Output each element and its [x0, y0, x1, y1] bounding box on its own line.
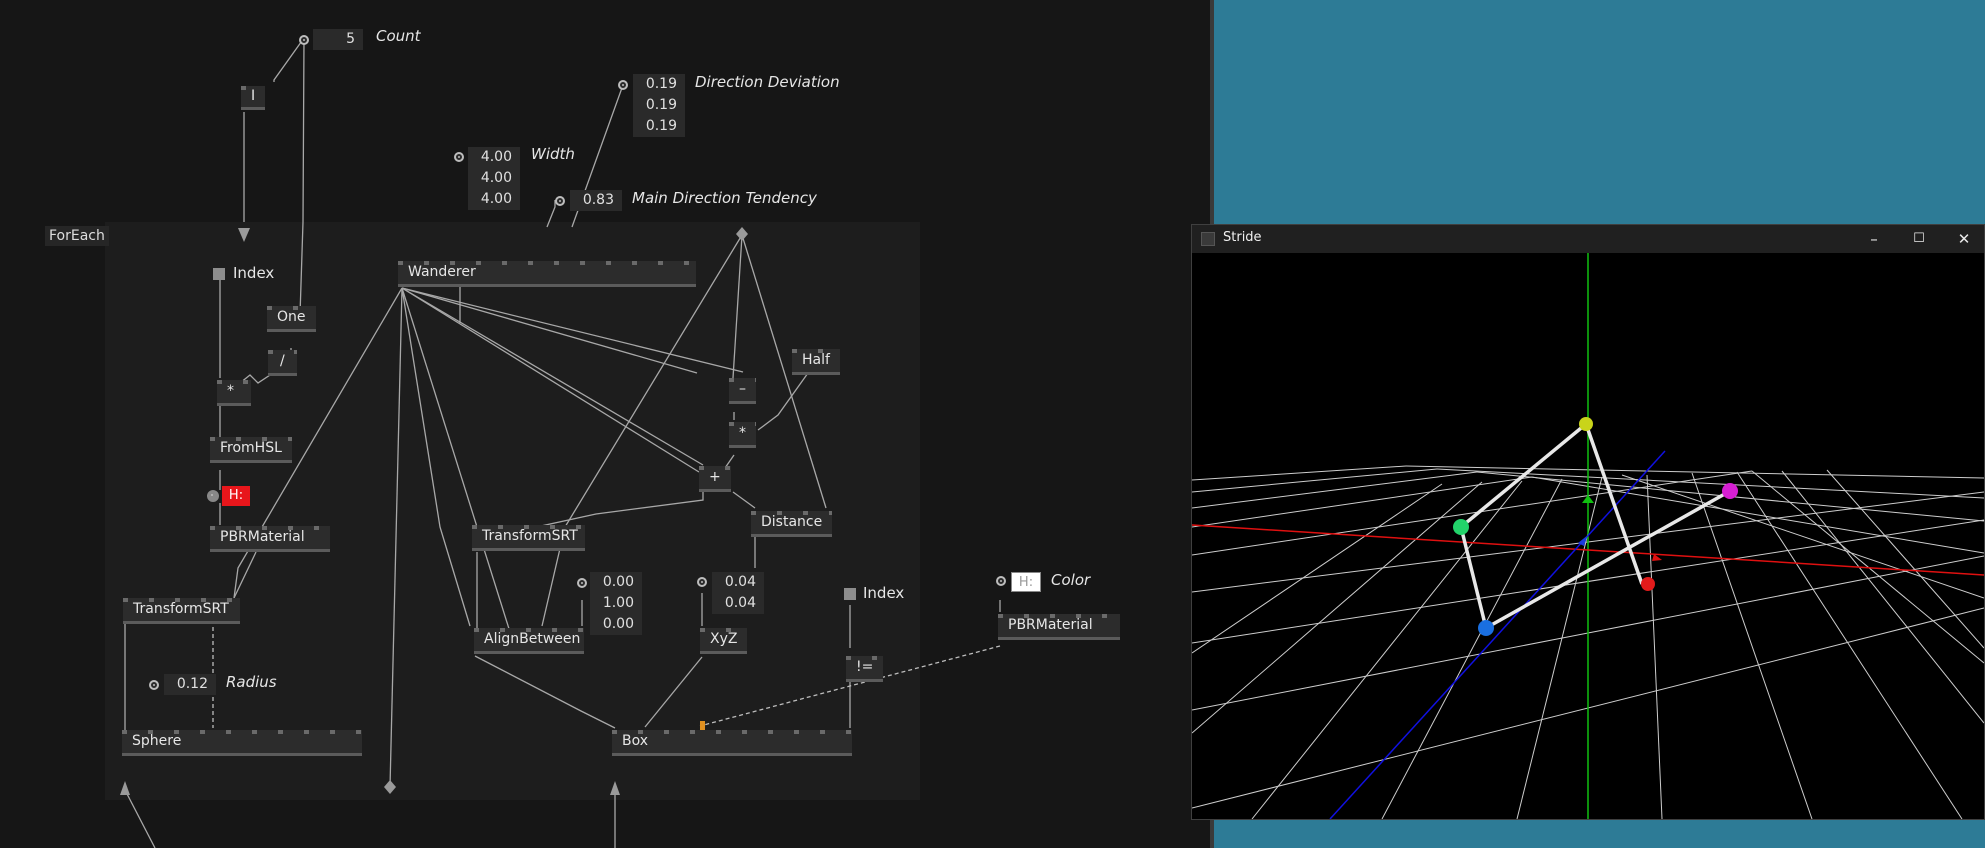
index-label-left: Index [233, 264, 275, 282]
direction-deviation-pin[interactable] [618, 80, 628, 90]
node-half[interactable]: Half [792, 349, 840, 375]
node-distance[interactable]: Distance [751, 511, 833, 537]
node-i[interactable]: I [241, 86, 266, 110]
align-vector-pin[interactable] [577, 578, 587, 588]
align-vector-z: 0.00 [602, 616, 634, 632]
direction-deviation-z: 0.19 [645, 118, 677, 134]
xyz-input-y: 0.04 [724, 595, 756, 611]
width-x: 4.00 [480, 149, 512, 165]
index-pin-left[interactable] [213, 268, 225, 280]
align-vector-y: 1.00 [602, 595, 634, 611]
width-label: Width [531, 145, 575, 163]
color-label: Color [1051, 571, 1091, 589]
node-wanderer[interactable]: Wanderer [398, 261, 696, 287]
minimize-button[interactable]: – [1852, 225, 1896, 253]
point-magenta [1722, 483, 1738, 499]
maximize-button[interactable]: ☐ [1897, 225, 1941, 253]
width-z: 4.00 [480, 191, 512, 207]
index-pin-right[interactable] [844, 588, 856, 600]
main-direction-tendency-label: Main Direction Tendency [632, 189, 817, 207]
node-pbr-material[interactable]: PBRMaterial [210, 526, 330, 552]
direction-deviation-label: Direction Deviation [695, 73, 840, 91]
node-sphere[interactable]: Sphere [122, 730, 362, 756]
direction-deviation-input[interactable]: 0.19 0.19 0.19 [633, 74, 685, 137]
radius-label: Radius [226, 673, 277, 691]
node-multiply[interactable]: * [217, 380, 251, 406]
point-blue [1478, 620, 1494, 636]
xyz-input-x: 0.04 [724, 574, 756, 590]
hsl-color-swatch[interactable]: H: [222, 486, 250, 506]
node-not-equal[interactable]: != [846, 656, 884, 682]
point-red [1641, 577, 1655, 591]
align-vector-x: 0.00 [602, 574, 634, 590]
width-input[interactable]: 4.00 4.00 4.00 [468, 147, 520, 210]
width-pin[interactable] [454, 152, 464, 162]
main-direction-tendency-input[interactable]: 0.83 [570, 190, 622, 211]
index-label-right: Index [863, 584, 905, 602]
xyz-input-pin[interactable] [697, 577, 707, 587]
node-multiply2[interactable]: * [729, 422, 756, 448]
radius-input[interactable]: 0.12 [164, 674, 216, 695]
hsl-pin[interactable] [207, 490, 219, 502]
color-swatch[interactable]: H: [1011, 572, 1041, 592]
node-align-between[interactable]: AlignBetween [474, 628, 584, 654]
node-from-hsl[interactable]: FromHSL [210, 437, 292, 463]
align-vector-input[interactable]: 0.00 1.00 0.00 [590, 572, 642, 635]
main-direction-tendency-pin[interactable] [555, 196, 565, 206]
point-yellow [1579, 417, 1593, 431]
patch-wires [120, 37, 1001, 848]
stride-window-title: Stride [1223, 230, 1262, 245]
stride-3d-viewport[interactable] [1192, 253, 1984, 819]
node-minus[interactable]: – [729, 378, 756, 404]
node-one[interactable]: One [267, 306, 316, 332]
node-box[interactable]: Box [612, 730, 852, 756]
xyz-input[interactable]: 0.04 0.04 [712, 572, 764, 614]
count-label: Count [376, 27, 421, 45]
direction-deviation-y: 0.19 [645, 97, 677, 113]
node-xyz[interactable]: XyZ [700, 628, 748, 654]
node-plus[interactable]: + [699, 466, 731, 492]
stride-title-bar[interactable]: Stride – ☐ ✕ [1192, 225, 1984, 253]
stride-app-icon [1201, 232, 1215, 246]
point-green [1453, 519, 1469, 535]
radius-pin[interactable] [149, 680, 159, 690]
direction-deviation-x: 0.19 [645, 76, 677, 92]
width-y: 4.00 [480, 170, 512, 186]
close-button[interactable]: ✕ [1942, 225, 1985, 253]
color-pin[interactable] [996, 576, 1006, 586]
count-pin[interactable] [299, 35, 309, 45]
node-divide[interactable]: / [268, 350, 297, 376]
node-transform-srt-mid[interactable]: TransformSRT [472, 525, 585, 551]
wanderer-path [1459, 422, 1731, 630]
node-transform-srt-left[interactable]: TransformSRT [123, 598, 240, 624]
stride-window[interactable]: Stride – ☐ ✕ [1191, 224, 1985, 820]
patch-editor[interactable]: ForEach 5 Count I 0.19 0.19 0.19 Directi… [0, 0, 1213, 848]
node-pbr-material-right[interactable]: PBRMaterial [998, 614, 1120, 640]
count-input[interactable]: 5 [313, 29, 363, 50]
